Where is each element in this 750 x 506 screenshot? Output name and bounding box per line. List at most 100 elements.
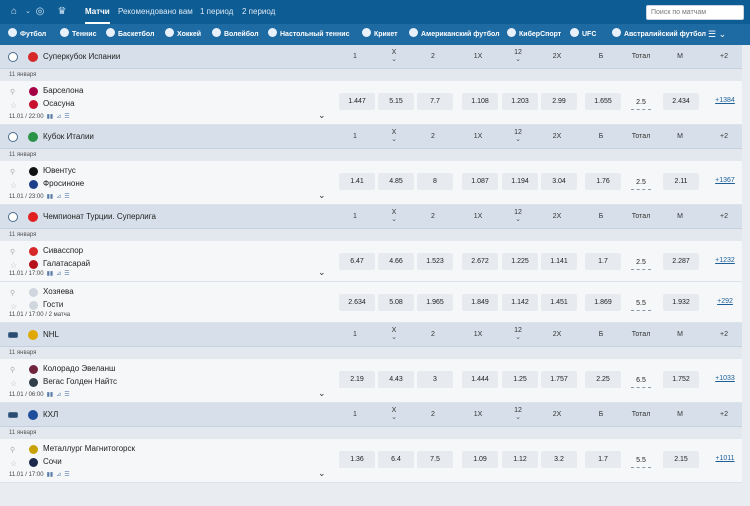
more-markets-link[interactable]: +1011 — [710, 455, 740, 462]
league-name[interactable]: NHL — [43, 323, 59, 347]
odds-button[interactable]: 1.757 — [541, 371, 577, 388]
odds-button[interactable]: 2.19 — [339, 371, 375, 388]
odds-button[interactable]: 1.225 — [502, 253, 538, 270]
total-value[interactable]: 6.5 — [631, 374, 651, 388]
odds-button[interactable]: 8 — [417, 173, 453, 190]
team-home-name[interactable]: Ювентус — [43, 166, 76, 175]
odds-button[interactable]: 4.43 — [378, 371, 414, 388]
chart-icon[interactable]: ⊿ — [56, 270, 61, 277]
chart-icon[interactable]: ⊿ — [56, 471, 61, 478]
event-row[interactable]: ⚲ ☆ Хозяева Гости 11.01 / 17:00 / 2 матча 2.6… — [0, 282, 742, 323]
event-row[interactable]: ⚲ ☆ Барселона Осасуна 11.01 / 22:00 ▮▮ ⊿ ☰ ⌄ 1.44… — [0, 81, 742, 125]
odds-button[interactable]: 2.99 — [541, 93, 577, 110]
expand-chevron-icon[interactable]: ⌄ — [318, 110, 326, 121]
sport-american-football[interactable]: Американский футбол — [409, 24, 500, 45]
odds-button[interactable]: 7.7 — [417, 93, 453, 110]
favorite-star-icon[interactable]: ☆ — [10, 261, 17, 270]
favorite-star-icon[interactable]: ☆ — [10, 379, 17, 388]
total-value[interactable]: 2.5 — [631, 176, 651, 190]
expand-chevron-icon[interactable]: ⌄ — [318, 267, 326, 278]
odds-button[interactable]: 2.287 — [663, 253, 699, 270]
odds-button[interactable]: 5.08 — [378, 294, 414, 311]
odds-button[interactable]: 5.15 — [378, 93, 414, 110]
home-icon[interactable]: ⌂ — [8, 6, 20, 18]
league-header[interactable]: Кубок Италии1X21X122XБТоталМ+2 — [0, 125, 742, 149]
column-header[interactable]: +2 — [706, 403, 742, 427]
stats-icon[interactable]: ▮▮ — [47, 471, 54, 478]
expand-chevron-icon[interactable]: ⌄ — [318, 190, 326, 201]
league-header[interactable]: Чемпионат Турции. Суперлига1X21X122XБТот… — [0, 205, 742, 229]
chevron-down-icon[interactable]: ⌄ — [22, 6, 34, 18]
event-row[interactable]: ⚲ ☆ Ювентус Фросиноне 11.01 / 23:00 ▮▮ ⊿ ☰ ⌄ 1.41… — [0, 161, 742, 205]
pin-icon[interactable]: ⚲ — [10, 168, 15, 176]
league-name[interactable]: КХЛ — [43, 403, 58, 427]
favorite-star-icon[interactable]: ☆ — [10, 459, 17, 468]
team-home-name[interactable]: Хозяева — [43, 287, 74, 296]
pin-icon[interactable]: ⚲ — [10, 289, 15, 297]
trophy-icon[interactable]: ♛ — [56, 6, 68, 18]
odds-button[interactable]: 2.672 — [462, 253, 498, 270]
team-away-name[interactable]: Сочи — [43, 457, 62, 466]
league-header[interactable]: Суперкубок Испании1X21X122XБТоталМ+2 — [0, 45, 742, 69]
sport-hockey[interactable]: Хоккей — [165, 24, 201, 45]
team-away-name[interactable]: Галатасарай — [43, 259, 90, 268]
stats-icon[interactable]: ▮▮ — [47, 193, 54, 200]
odds-button[interactable]: 4.85 — [378, 173, 414, 190]
league-header[interactable]: КХЛ1X21X122XБТоталМ+2 — [0, 403, 742, 427]
pin-icon[interactable]: ⚲ — [10, 366, 15, 374]
sport-basketball[interactable]: Баскетбол — [106, 24, 154, 45]
league-name[interactable]: Кубок Италии — [43, 125, 94, 149]
odds-button[interactable]: 4.66 — [378, 253, 414, 270]
tab-1[interactable]: Матчи — [85, 0, 110, 24]
odds-button[interactable]: 1.869 — [585, 294, 621, 311]
list-icon[interactable]: ☰ — [64, 270, 69, 277]
odds-button[interactable]: 1.108 — [462, 93, 498, 110]
pin-icon[interactable]: ⚲ — [10, 88, 15, 96]
sport-aussie-rules[interactable]: Австралийский футбол — [612, 24, 706, 45]
favorite-star-icon[interactable]: ☆ — [10, 302, 17, 311]
odds-button[interactable]: 1.087 — [462, 173, 498, 190]
odds-button[interactable]: 1.965 — [417, 294, 453, 311]
pin-icon[interactable]: ⚲ — [10, 446, 15, 454]
chart-icon[interactable]: ⊿ — [56, 193, 61, 200]
live-icon[interactable]: ◎ — [34, 6, 46, 18]
pin-icon[interactable]: ⚲ — [10, 248, 15, 256]
odds-button[interactable]: 2.434 — [663, 93, 699, 110]
stats-icon[interactable]: ▮▮ — [47, 270, 54, 277]
odds-button[interactable]: 1.194 — [502, 173, 538, 190]
sport-cricket[interactable]: Крикет — [362, 24, 398, 45]
odds-button[interactable]: 2.11 — [663, 173, 699, 190]
odds-button[interactable]: 1.203 — [502, 93, 538, 110]
team-away-name[interactable]: Гости — [43, 300, 63, 309]
odds-button[interactable]: 6.4 — [378, 451, 414, 468]
odds-button[interactable]: 2.25 — [585, 371, 621, 388]
sport-esports[interactable]: КиберСпорт — [507, 24, 561, 45]
team-away-name[interactable]: Вегас Голден Найтс — [43, 377, 117, 386]
team-away-name[interactable]: Осасуна — [43, 99, 75, 108]
odds-button[interactable]: 1.76 — [585, 173, 621, 190]
odds-button[interactable]: 1.36 — [339, 451, 375, 468]
sport-table-tennis[interactable]: Настольный теннис — [268, 24, 349, 45]
odds-button[interactable]: 1.932 — [663, 294, 699, 311]
odds-button[interactable]: 3 — [417, 371, 453, 388]
team-home-name[interactable]: Сивасспор — [43, 246, 83, 255]
favorite-star-icon[interactable]: ☆ — [10, 101, 17, 110]
tab-2[interactable]: Рекомендовано вам — [118, 0, 193, 24]
odds-button[interactable]: 1.142 — [502, 294, 538, 311]
team-away-name[interactable]: Фросиноне — [43, 179, 84, 188]
more-markets-link[interactable]: +1232 — [710, 257, 740, 264]
column-header[interactable]: +2 — [706, 205, 742, 229]
column-header[interactable]: +2 — [706, 125, 742, 149]
chart-icon[interactable]: ⊿ — [56, 391, 61, 398]
list-icon[interactable]: ☰ — [64, 391, 69, 398]
chart-icon[interactable]: ⊿ — [56, 113, 61, 120]
stats-icon[interactable]: ▮▮ — [47, 113, 54, 120]
more-markets-link[interactable]: +292 — [710, 298, 740, 305]
event-row[interactable]: ⚲ ☆ Сивасспор Галатасарай 11.01 / 17:00 ▮▮ ⊿ ☰ ⌄… — [0, 241, 742, 282]
more-sports-menu-icon[interactable]: ☰ ⌄ — [708, 24, 726, 45]
column-header[interactable]: +2 — [706, 45, 742, 69]
sport-tennis[interactable]: Теннис — [60, 24, 96, 45]
list-icon[interactable]: ☰ — [64, 193, 69, 200]
odds-button[interactable]: 1.12 — [502, 451, 538, 468]
odds-button[interactable]: 1.25 — [502, 371, 538, 388]
